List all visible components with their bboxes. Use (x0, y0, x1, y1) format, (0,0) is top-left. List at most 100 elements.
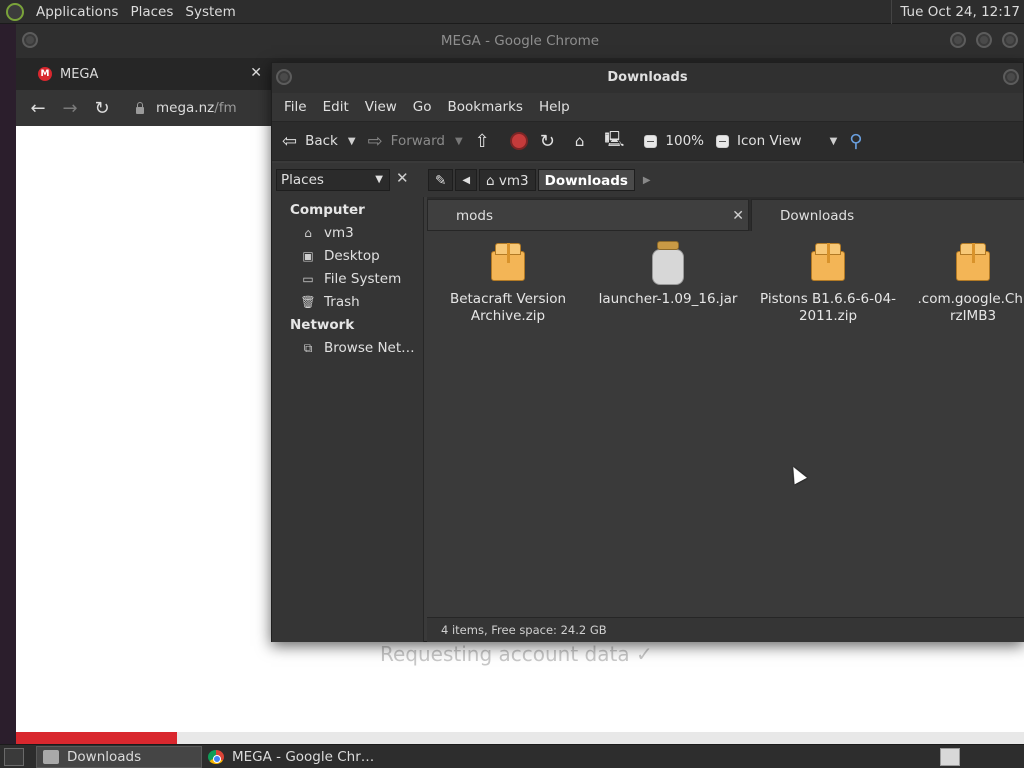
breadcrumb-downloads[interactable]: Downloads (537, 169, 635, 191)
mega-loading-status: Requesting account data ✓ (380, 642, 653, 666)
up-arrow-icon: ⇧ (474, 130, 490, 152)
network-icon: ⧉ (303, 341, 313, 355)
menu-view[interactable]: View (357, 99, 405, 115)
zoom-in-icon (716, 134, 730, 148)
file-name: Pistons B1.6.6-6-04-2011.zip (759, 291, 897, 324)
url-host: mega.nz (156, 100, 215, 116)
back-label: Back (305, 133, 338, 149)
sidebar-item-trash[interactable]: 🗑 Trash (272, 291, 423, 314)
panel-menu-system[interactable]: System (179, 4, 241, 20)
taskbar-item-chrome[interactable]: MEGA - Google Chr… (202, 746, 380, 768)
chrome-icon (208, 749, 224, 764)
home-button[interactable]: ⌂ (575, 132, 593, 150)
bottom-taskbar: Downloads MEGA - Google Chr… (0, 744, 1024, 768)
search-button[interactable]: ⚲ (849, 131, 870, 152)
panel-menu-applications[interactable]: Applications (30, 4, 124, 20)
forward-button[interactable]: ⇨ Forward ▼ (368, 131, 463, 152)
tab-label: mods (456, 208, 494, 224)
menu-help[interactable]: Help (531, 99, 578, 115)
panel-clock[interactable]: Tue Oct 24, 12:17 (891, 0, 1020, 24)
up-button[interactable]: ⇧ (475, 131, 498, 152)
forward-label: Forward (390, 133, 445, 149)
sidebar-item-desktop[interactable]: ▣ Desktop (272, 245, 423, 268)
sidebar-heading-computer: Computer (290, 202, 365, 218)
sidebar-item-file-system[interactable]: ▭ File System (272, 268, 423, 291)
sidebar-close-icon[interactable]: ✕ (396, 169, 409, 187)
stop-button[interactable] (509, 132, 528, 150)
file-manager-title: Downloads (607, 70, 688, 85)
mate-menu-logo-icon[interactable] (6, 2, 24, 21)
chrome-tab-mega[interactable]: M MEGA ✕ (28, 58, 268, 90)
sidebar-places-select[interactable]: Places ▼ (276, 169, 390, 191)
home-folder-icon: ⌂ (486, 173, 499, 189)
home-folder-icon: ⌂ (304, 226, 312, 240)
view-mode-select[interactable]: Icon View ▼ (716, 133, 837, 149)
folder-icon (43, 749, 59, 764)
jar-archive-icon (649, 241, 687, 285)
forward-arrow-icon[interactable]: → (54, 98, 86, 119)
tab-close-icon[interactable]: ✕ (732, 200, 744, 232)
top-panel: Applications Places System Tue Oct 24, 1… (0, 0, 1024, 24)
close-button[interactable] (1002, 32, 1018, 48)
sidebar-item-browse-network[interactable]: ⧉ Browse Net… (272, 337, 423, 360)
places-select-label: Places (281, 172, 324, 188)
menu-bookmarks[interactable]: Bookmarks (440, 99, 531, 115)
tab-mods[interactable]: mods ✕ (427, 199, 749, 231)
taskbar-item-label: Downloads (67, 748, 142, 765)
breadcrumb-vm3[interactable]: ⌂ vm3 (479, 169, 536, 191)
forward-history-dropdown-icon[interactable]: ▼ (455, 136, 463, 147)
sidebar-item-vm3[interactable]: ⌂ vm3 (272, 222, 423, 245)
file-manager-titlebar[interactable]: Downloads (272, 63, 1023, 93)
zoom-out-icon (644, 134, 658, 148)
show-desktop-icon[interactable] (4, 747, 24, 766)
menu-file[interactable]: File (276, 99, 315, 115)
sidebar-item-label: File System (324, 271, 402, 287)
omnibox[interactable]: mega.nz/fm (136, 100, 237, 116)
chrome-titlebar[interactable]: MEGA - Google Chrome (16, 24, 1024, 58)
maximize-button[interactable] (976, 32, 992, 48)
minimize-button[interactable] (950, 32, 966, 48)
zip-archive-icon (954, 241, 992, 285)
zoom-level: 100% (665, 133, 705, 149)
panel-menu-places[interactable]: Places (124, 4, 179, 20)
menu-go[interactable]: Go (405, 99, 440, 115)
file-name: launcher-1.09_16.jar (598, 291, 738, 307)
file-item[interactable]: Pistons B1.6.6-6-04-2011.zip (753, 241, 903, 325)
zoom-out-button[interactable]: 100% (644, 133, 704, 149)
taskbar-item-downloads[interactable]: Downloads (36, 745, 202, 768)
breadcrumb-left-arrow-icon[interactable]: ◀ (455, 169, 478, 191)
file-item[interactable]: Betacraft Version Archive.zip (433, 241, 583, 325)
back-arrow-icon: ⇦ (282, 130, 298, 152)
taskbar-item-label: MEGA - Google Chr… (232, 748, 375, 765)
file-name: Betacraft Version Archive.zip (449, 291, 567, 324)
location-bar: Places ▼ ✕ ✎ ◀ ⌂ vm3 Downloads ▶ (272, 163, 1024, 197)
file-item[interactable]: .com.google.Chr rzIMB3 (913, 241, 1024, 325)
desktop-edge (0, 24, 16, 744)
breadcrumb-right-arrow-icon[interactable]: ▶ (643, 175, 651, 186)
back-history-dropdown-icon[interactable]: ▼ (348, 136, 356, 147)
file-manager-tabs: mods ✕ Downloads (427, 197, 1024, 231)
tab-close-icon[interactable]: ✕ (250, 65, 262, 81)
back-button[interactable]: ⇦ Back ▼ (282, 131, 356, 152)
sidebar-heading-network: Network (290, 317, 355, 333)
toggle-location-entry-icon[interactable]: ✎ (428, 169, 454, 191)
sidebar-item-label: Desktop (324, 248, 380, 264)
reload-icon: ↻ (539, 130, 555, 152)
reload-icon[interactable]: ↻ (86, 98, 118, 119)
breadcrumb-vm3-label: vm3 (498, 173, 529, 189)
menu-edit[interactable]: Edit (315, 99, 357, 115)
drive-icon: ▭ (302, 272, 314, 286)
reload-button[interactable]: ↻ (540, 131, 563, 152)
minimize-button[interactable] (1003, 69, 1019, 85)
workspace-switcher[interactable] (940, 748, 960, 766)
file-item[interactable]: launcher-1.09_16.jar (593, 241, 743, 308)
places-sidebar: Computer ⌂ vm3 ▣ Desktop ▭ File System 🗑… (272, 197, 424, 642)
home-folder-icon: ⌂ (574, 132, 585, 150)
zip-archive-icon (489, 241, 527, 285)
file-manager-menubar: File Edit View Go Bookmarks Help (272, 93, 1023, 121)
computer-button[interactable]: 🖳 (604, 129, 632, 154)
file-icon-view[interactable]: Betacraft Version Archive.zip launcher-1… (427, 231, 1024, 617)
tab-downloads[interactable]: Downloads (751, 199, 1024, 231)
file-name: .com.google.Chr rzIMB3 (917, 291, 1024, 324)
back-arrow-icon[interactable]: ← (22, 98, 54, 119)
